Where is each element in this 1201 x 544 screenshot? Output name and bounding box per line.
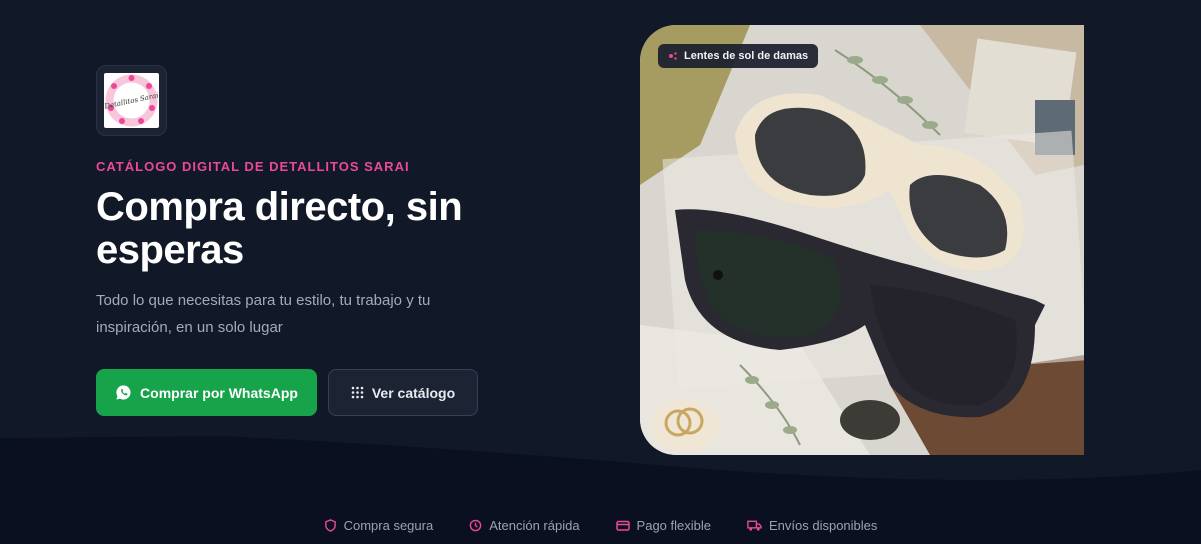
grid-icon [351, 386, 364, 399]
feature-label: Compra segura [343, 517, 434, 533]
view-catalog-label: Ver catálogo [371, 384, 456, 401]
logo-badge-icon: Detallitos Sarai [104, 74, 159, 127]
sunglasses-illustration [640, 25, 1084, 455]
eyebrow-label: CATÁLOGO DIGITAL DE DETALLITOS SARAI [96, 159, 410, 174]
logo-image: Detallitos Sarai [104, 73, 159, 128]
credit-card-icon [615, 520, 630, 531]
brand-logo: Detallitos Sarai [96, 65, 167, 136]
shield-icon [324, 518, 336, 532]
features-bar: Compra segura Atención rápida Pago flexi… [0, 514, 1201, 536]
feature-flexible-payment: Pago flexible [615, 517, 711, 533]
whatsapp-icon [116, 385, 131, 400]
photo-badge-label: Lentes de sol de damas [684, 50, 809, 62]
feature-label: Envíos disponibles [769, 517, 878, 533]
photo-category-badge: Lentes de sol de damas [658, 44, 819, 68]
feature-label: Pago flexible [636, 517, 711, 533]
whatsapp-buy-button[interactable]: Comprar por WhatsApp [96, 369, 317, 416]
view-catalog-button[interactable]: Ver catálogo [328, 369, 478, 416]
whatsapp-buy-label: Comprar por WhatsApp [140, 384, 298, 401]
hero-section: Detallitos Sarai CATÁLOGO DIGITAL DE DET… [0, 0, 1201, 544]
product-photo [640, 25, 1084, 455]
truck-icon [747, 520, 762, 531]
feature-fast-attention: Atención rápida [469, 517, 580, 533]
feature-label: Atención rápida [489, 517, 580, 533]
sparkle-icon [669, 52, 677, 60]
feature-secure-purchase: Compra segura [324, 517, 434, 533]
page-title: Compra directo, sin esperas [96, 185, 463, 272]
hero-subtitle: Todo lo que necesitas para tu estilo, tu… [96, 292, 431, 336]
clock-icon [469, 519, 482, 531]
feature-shipping: Envíos disponibles [747, 518, 877, 533]
